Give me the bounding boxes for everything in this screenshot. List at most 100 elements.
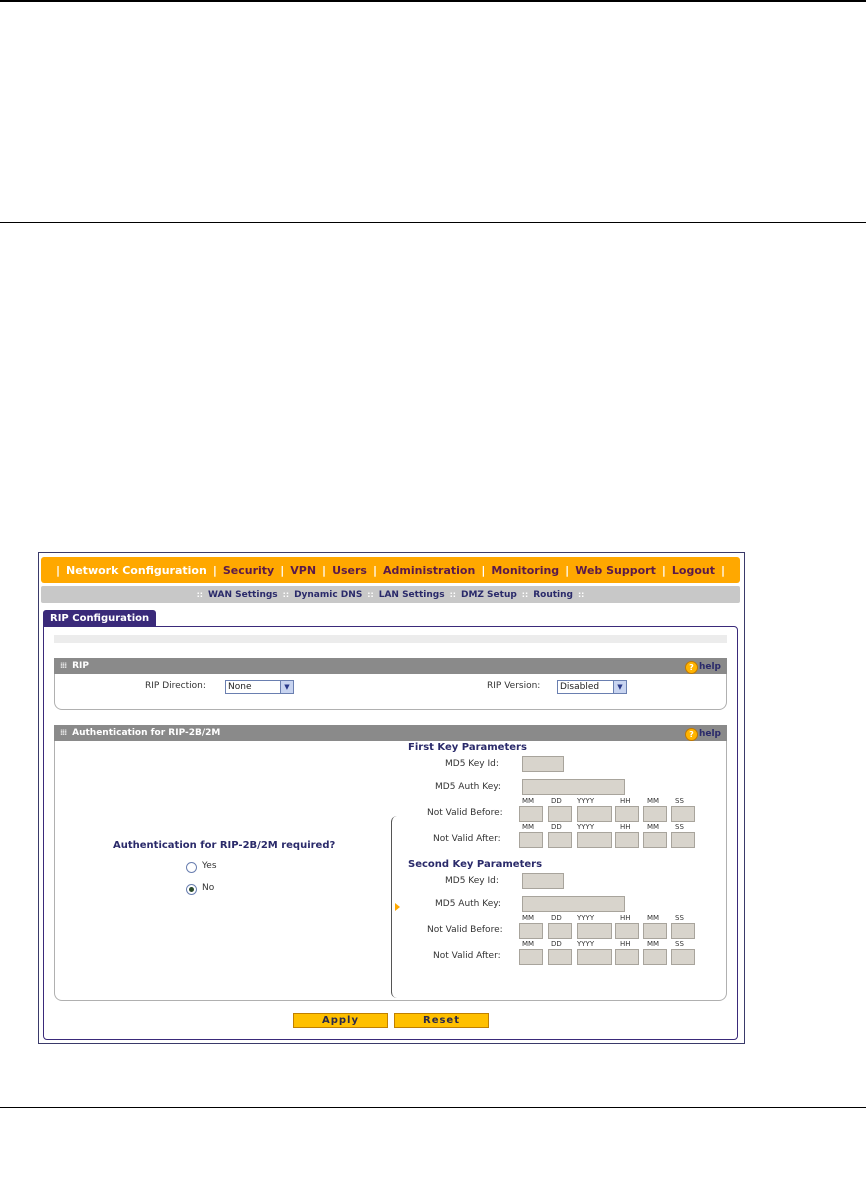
time-ss-input[interactable]: [671, 832, 695, 848]
rip-direction-value: None: [228, 682, 252, 692]
field-label-mm: MM: [522, 823, 535, 831]
date-yyyy-input[interactable]: [577, 832, 612, 848]
time-hh-input[interactable]: [615, 923, 639, 939]
page-rule-footer: [0, 1107, 866, 1108]
rip-direction-label: RIP Direction:: [145, 681, 206, 691]
field-label-min: MM: [647, 823, 660, 831]
field-label-mm: MM: [522, 914, 535, 922]
time-hh-input[interactable]: [615, 806, 639, 822]
subnav-dynamic-dns[interactable]: Dynamic DNS: [294, 590, 362, 600]
nav-administration[interactable]: Administration: [383, 564, 475, 577]
rip-version-value: Disabled: [560, 682, 600, 692]
nav-users[interactable]: Users: [332, 564, 367, 577]
date-yyyy-input[interactable]: [577, 949, 612, 965]
rip-help-link[interactable]: ? help: [684, 659, 721, 675]
auth-no-radio[interactable]: [186, 884, 197, 895]
second-key-title: Second Key Parameters: [408, 859, 543, 870]
field-label-hh: HH: [620, 914, 631, 922]
grip-icon: ⁞⁞⁞: [60, 661, 67, 670]
auth-section-title: Authentication for RIP-2B/2M: [72, 728, 221, 738]
first-md5-key-id-input[interactable]: [522, 756, 564, 772]
page-rule-top: [0, 0, 866, 2]
time-mm-input[interactable]: [643, 949, 667, 965]
brace-pointer-icon: [395, 903, 400, 911]
nav-monitoring[interactable]: Monitoring: [491, 564, 559, 577]
nav-logout[interactable]: Logout: [672, 564, 715, 577]
date-yyyy-input[interactable]: [577, 923, 612, 939]
first-md5-auth-key-label: MD5 Auth Key:: [435, 782, 501, 792]
auth-no-label: No: [202, 883, 215, 893]
grip-icon: ⁞⁞⁞: [60, 728, 67, 737]
field-label-yyyy: YYYY: [577, 914, 595, 922]
reset-button[interactable]: Reset: [394, 1013, 489, 1028]
second-md5-auth-key-label: MD5 Auth Key:: [435, 899, 501, 909]
nav-web-support[interactable]: Web Support: [575, 564, 656, 577]
apply-button[interactable]: Apply: [293, 1013, 388, 1028]
date-mm-input[interactable]: [519, 949, 543, 965]
field-label-mm: MM: [522, 940, 535, 948]
auth-required-question: Authentication for RIP-2B/2M required?: [113, 840, 336, 851]
date-dd-input[interactable]: [548, 832, 572, 848]
auth-help-label: help: [698, 729, 721, 739]
date-dd-input[interactable]: [548, 923, 572, 939]
help-icon: ?: [684, 727, 698, 741]
rip-help-label: help: [698, 662, 721, 672]
field-label-ss: SS: [675, 914, 684, 922]
first-not-valid-after-label: Not Valid After:: [433, 834, 501, 844]
time-mm-input[interactable]: [643, 923, 667, 939]
nav-network-configuration[interactable]: Network Configuration: [66, 564, 207, 577]
nav-vpn[interactable]: VPN: [290, 564, 316, 577]
field-label-ss: SS: [675, 823, 684, 831]
nav-security[interactable]: Security: [223, 564, 274, 577]
rip-section-title: RIP: [72, 661, 89, 671]
time-mm-input[interactable]: [643, 832, 667, 848]
field-label-yyyy: YYYY: [577, 797, 595, 805]
time-ss-input[interactable]: [671, 806, 695, 822]
date-dd-input[interactable]: [548, 806, 572, 822]
time-ss-input[interactable]: [671, 923, 695, 939]
help-icon: ?: [684, 660, 698, 674]
subnav-wan-settings[interactable]: WAN Settings: [208, 590, 278, 600]
date-mm-input[interactable]: [519, 923, 543, 939]
panel-stripe: [54, 635, 727, 643]
field-label-dd: DD: [551, 940, 562, 948]
auth-yes-radio[interactable]: [186, 862, 197, 873]
subnav-routing[interactable]: Routing: [533, 590, 573, 600]
time-ss-input[interactable]: [671, 949, 695, 965]
field-label-min: MM: [647, 914, 660, 922]
first-key-title: First Key Parameters: [408, 742, 527, 753]
router-config-screenshot: | Network Configuration | Security | VPN…: [38, 552, 745, 1044]
first-md5-auth-key-input[interactable]: [522, 779, 625, 795]
subnav-lan-settings[interactable]: LAN Settings: [379, 590, 445, 600]
chevron-down-icon: ▼: [613, 681, 626, 693]
second-md5-key-id-input[interactable]: [522, 873, 564, 889]
date-yyyy-input[interactable]: [577, 806, 612, 822]
rip-direction-select[interactable]: None ▼: [225, 680, 294, 694]
tab-panel: ⁞⁞⁞ RIP ? help RIP Direction: None ▼ RIP V…: [43, 626, 738, 1040]
date-mm-input[interactable]: [519, 806, 543, 822]
field-label-yyyy: YYYY: [577, 823, 595, 831]
second-md5-key-id-label: MD5 Key Id:: [445, 876, 499, 886]
first-not-valid-before-label: Not Valid Before:: [427, 808, 503, 818]
page-rule-header: [0, 222, 866, 223]
field-label-dd: DD: [551, 823, 562, 831]
rip-version-label: RIP Version:: [487, 681, 541, 691]
date-mm-input[interactable]: [519, 832, 543, 848]
rip-version-select[interactable]: Disabled ▼: [557, 680, 627, 694]
subnav-dmz-setup[interactable]: DMZ Setup: [461, 590, 517, 600]
auth-section-header: ⁞⁞⁞ Authentication for RIP-2B/2M ? help: [54, 725, 727, 741]
field-label-hh: HH: [620, 823, 631, 831]
second-not-valid-after-label: Not Valid After:: [433, 951, 501, 961]
time-mm-input[interactable]: [643, 806, 667, 822]
field-label-mm: MM: [522, 797, 535, 805]
auth-help-link[interactable]: ? help: [684, 726, 721, 742]
time-hh-input[interactable]: [615, 949, 639, 965]
second-not-valid-before-label: Not Valid Before:: [427, 925, 503, 935]
field-label-ss: SS: [675, 797, 684, 805]
first-md5-key-id-label: MD5 Key Id:: [445, 759, 499, 769]
date-dd-input[interactable]: [548, 949, 572, 965]
second-md5-auth-key-input[interactable]: [522, 896, 625, 912]
main-nav: | Network Configuration | Security | VPN…: [41, 557, 740, 583]
time-hh-input[interactable]: [615, 832, 639, 848]
field-label-min: MM: [647, 797, 660, 805]
